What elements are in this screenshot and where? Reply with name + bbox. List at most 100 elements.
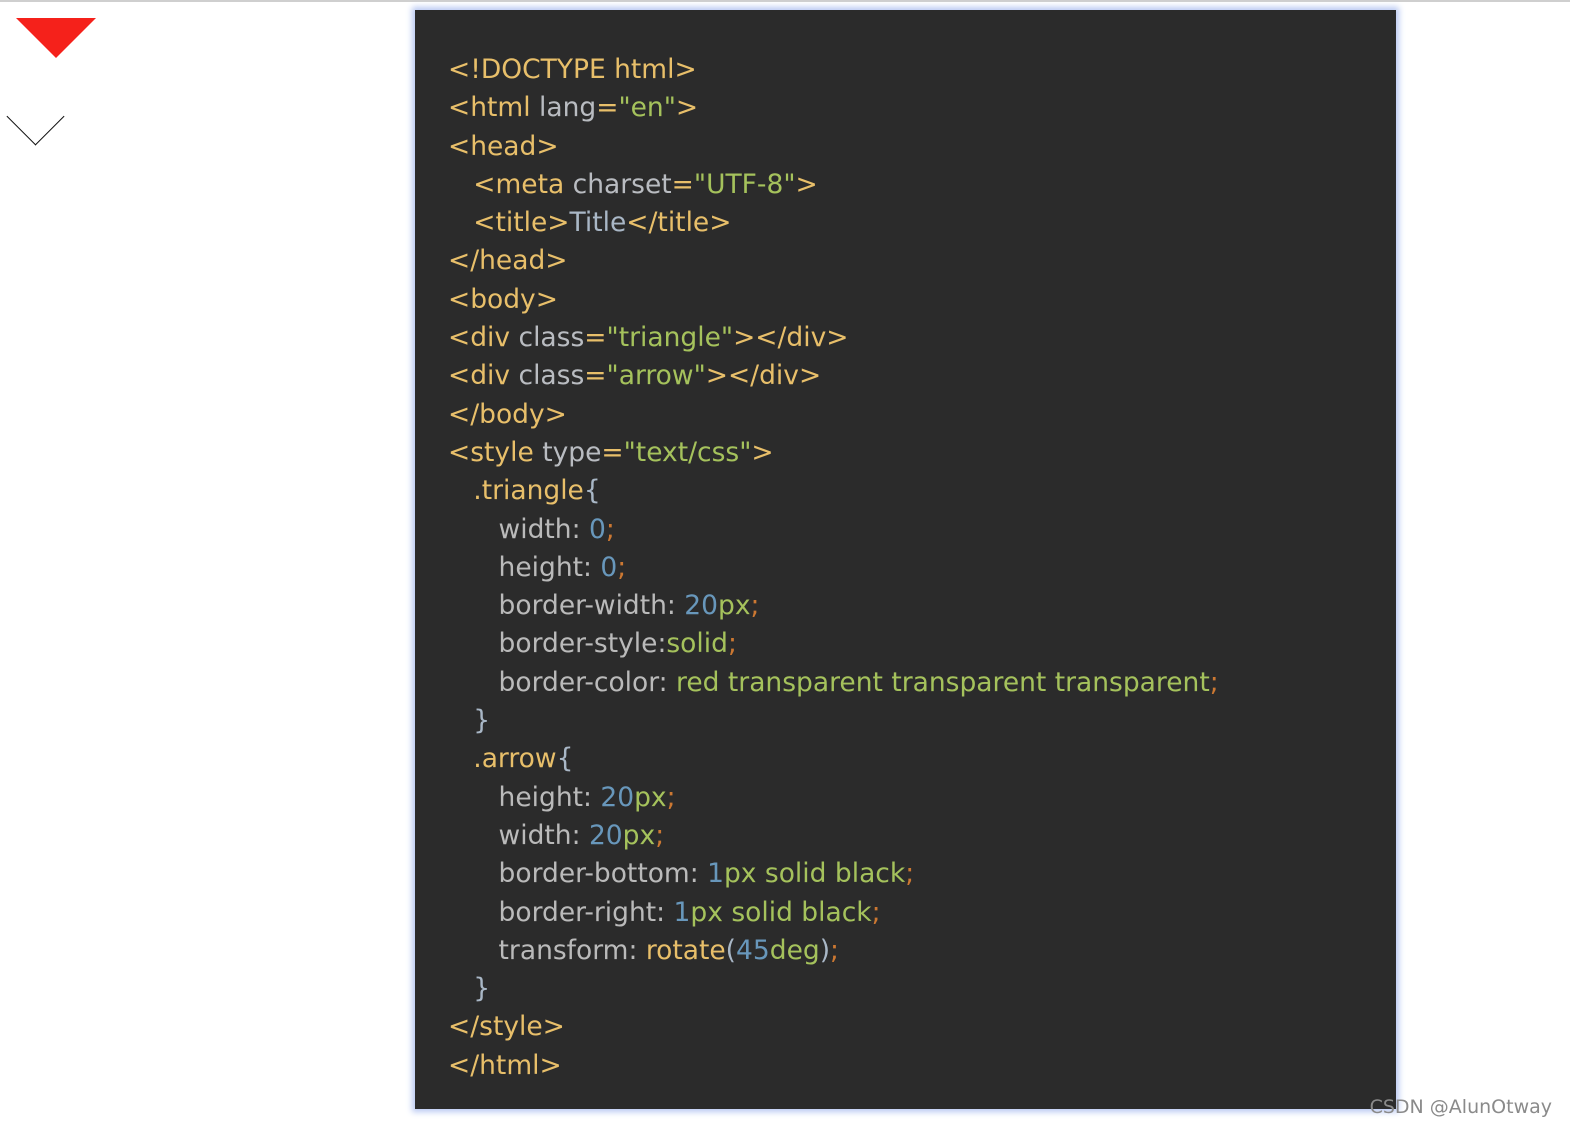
code-line: </html>	[448, 1047, 1396, 1085]
code-token-unit: deg	[769, 934, 820, 966]
code-token-eq: =	[584, 322, 607, 354]
code-token-eq: =	[671, 168, 694, 200]
code-token-tag: </html>	[448, 1049, 562, 1081]
code-line: height: 0;	[448, 549, 1396, 587]
code-token-eq: =	[584, 360, 607, 392]
code-token-num: 20	[600, 781, 635, 813]
code-token-eq: =	[596, 92, 619, 124]
code-token-brace: {	[556, 743, 574, 775]
code-token-semi: ;	[655, 819, 665, 851]
code-token-semi: ;	[830, 934, 839, 966]
chevron-down-icon	[6, 87, 65, 146]
code-token-prop: width:	[448, 513, 589, 545]
code-token-prop: height:	[448, 551, 601, 583]
code-line: border-color: red transparent transparen…	[448, 664, 1396, 702]
code-line: transform: rotate(45deg);	[448, 932, 1396, 970]
code-token-tag: <div	[448, 360, 519, 392]
code-token-semi: ;	[1209, 666, 1219, 698]
code-line: }	[448, 702, 1396, 740]
code-token-tag: </body>	[448, 398, 567, 430]
code-token-str: "text/css"	[623, 436, 752, 468]
code-token-tag: >	[795, 168, 818, 200]
code-token-attr: lang	[539, 92, 597, 124]
code-line: <style type="text/css">	[448, 434, 1396, 472]
code-token-str: "en"	[618, 92, 676, 124]
code-token-brace: }	[448, 705, 491, 737]
code-token-str: "triangle"	[606, 322, 734, 354]
code-token-num: 0	[600, 551, 618, 583]
top-divider	[0, 0, 1570, 2]
code-token-attr: class	[518, 360, 585, 392]
code-token-num: 1	[673, 896, 691, 928]
code-token-semi: ;	[727, 628, 737, 660]
code-token-attr: type	[542, 436, 602, 468]
code-token-tag: <head>	[448, 130, 559, 162]
code-token-unit: px	[622, 819, 656, 851]
code-line: border-width: 20px;	[448, 587, 1396, 625]
code-line: <html lang="en">	[448, 89, 1396, 127]
code-token-val: solid	[666, 628, 728, 660]
code-token-val: px solid black	[690, 896, 872, 928]
code-line: .arrow{	[448, 740, 1396, 778]
code-line: width: 0;	[448, 511, 1396, 549]
code-token-tag: <html	[448, 92, 539, 124]
code-token-tag: </head>	[448, 245, 568, 277]
code-token-semi: ;	[605, 513, 615, 545]
code-line: <!DOCTYPE html>	[448, 51, 1396, 89]
code-line: <meta charset="UTF-8">	[448, 166, 1396, 204]
code-token-semi: ;	[617, 551, 627, 583]
code-line: </body>	[448, 396, 1396, 434]
code-token-tag: <style	[448, 436, 543, 468]
code-token-val: px solid black	[723, 858, 906, 890]
code-token-tag: <meta	[448, 168, 573, 200]
code-token-semi: ;	[905, 858, 915, 890]
code-token-tag: <!DOCTYPE html>	[448, 54, 697, 85]
code-token-sel: .triangle	[448, 475, 584, 507]
code-token-num: 45	[736, 934, 770, 966]
code-token-sel: .arrow	[448, 743, 557, 775]
code-line: border-style:solid;	[448, 625, 1396, 663]
code-token-prop: border-style:	[448, 628, 667, 660]
code-token-tag: <title>	[448, 207, 570, 239]
code-line: <div class="triangle"></div>	[448, 319, 1396, 357]
code-line: border-bottom: 1px solid black;	[448, 855, 1396, 893]
code-line: </head>	[448, 242, 1396, 280]
code-token-num: 0	[588, 513, 606, 545]
code-token-tag: </title>	[626, 207, 732, 239]
code-token-str: "arrow"	[606, 360, 706, 392]
code-token-prop: border-color:	[448, 666, 677, 698]
code-token-tag: >	[751, 436, 774, 468]
code-line: width: 20px;	[448, 817, 1396, 855]
code-token-tag: <body>	[448, 283, 558, 315]
code-token-semi: ;	[666, 781, 676, 813]
watermark-text: CSDN @AlunOtway	[1369, 1096, 1552, 1118]
code-token-tag: </style>	[448, 1011, 565, 1043]
code-token-prop: width:	[448, 819, 589, 851]
code-token-tag: <div	[448, 322, 519, 354]
code-token-prop: border-bottom:	[448, 858, 708, 890]
code-screenshot-panel: <!DOCTYPE html> <html lang="en"> <head> <m…	[415, 10, 1396, 1109]
code-token-brace: }	[448, 973, 491, 1005]
code-token-str: "UTF-8"	[693, 168, 796, 200]
code-token-num: 1	[707, 858, 724, 890]
code-token-val: red transparent transparent transparent	[676, 666, 1210, 698]
code-token-num: 20	[588, 819, 623, 851]
code-token-semi: ;	[750, 590, 760, 622]
code-token-text: Title	[569, 207, 627, 239]
code-token-unit: px	[718, 590, 751, 622]
code-token-prop: height:	[448, 781, 601, 813]
code-token-brace: {	[583, 475, 601, 507]
code-line: .triangle{	[448, 472, 1396, 510]
red-triangle-icon	[16, 18, 96, 58]
code-token-brace: (	[725, 934, 737, 966]
code-line: <head>	[448, 128, 1396, 166]
code-token-semi: ;	[871, 896, 881, 928]
code-token-tag: >	[675, 92, 699, 124]
code-line: </style>	[448, 1008, 1396, 1046]
code-token-unit: px	[634, 781, 667, 813]
code-token-num: 20	[684, 590, 719, 622]
code-line: <title>Title</title>	[448, 204, 1396, 242]
code-token-fn: rotate	[645, 934, 726, 966]
code-token-attr: class	[518, 322, 585, 354]
code-token-eq: =	[601, 436, 624, 468]
